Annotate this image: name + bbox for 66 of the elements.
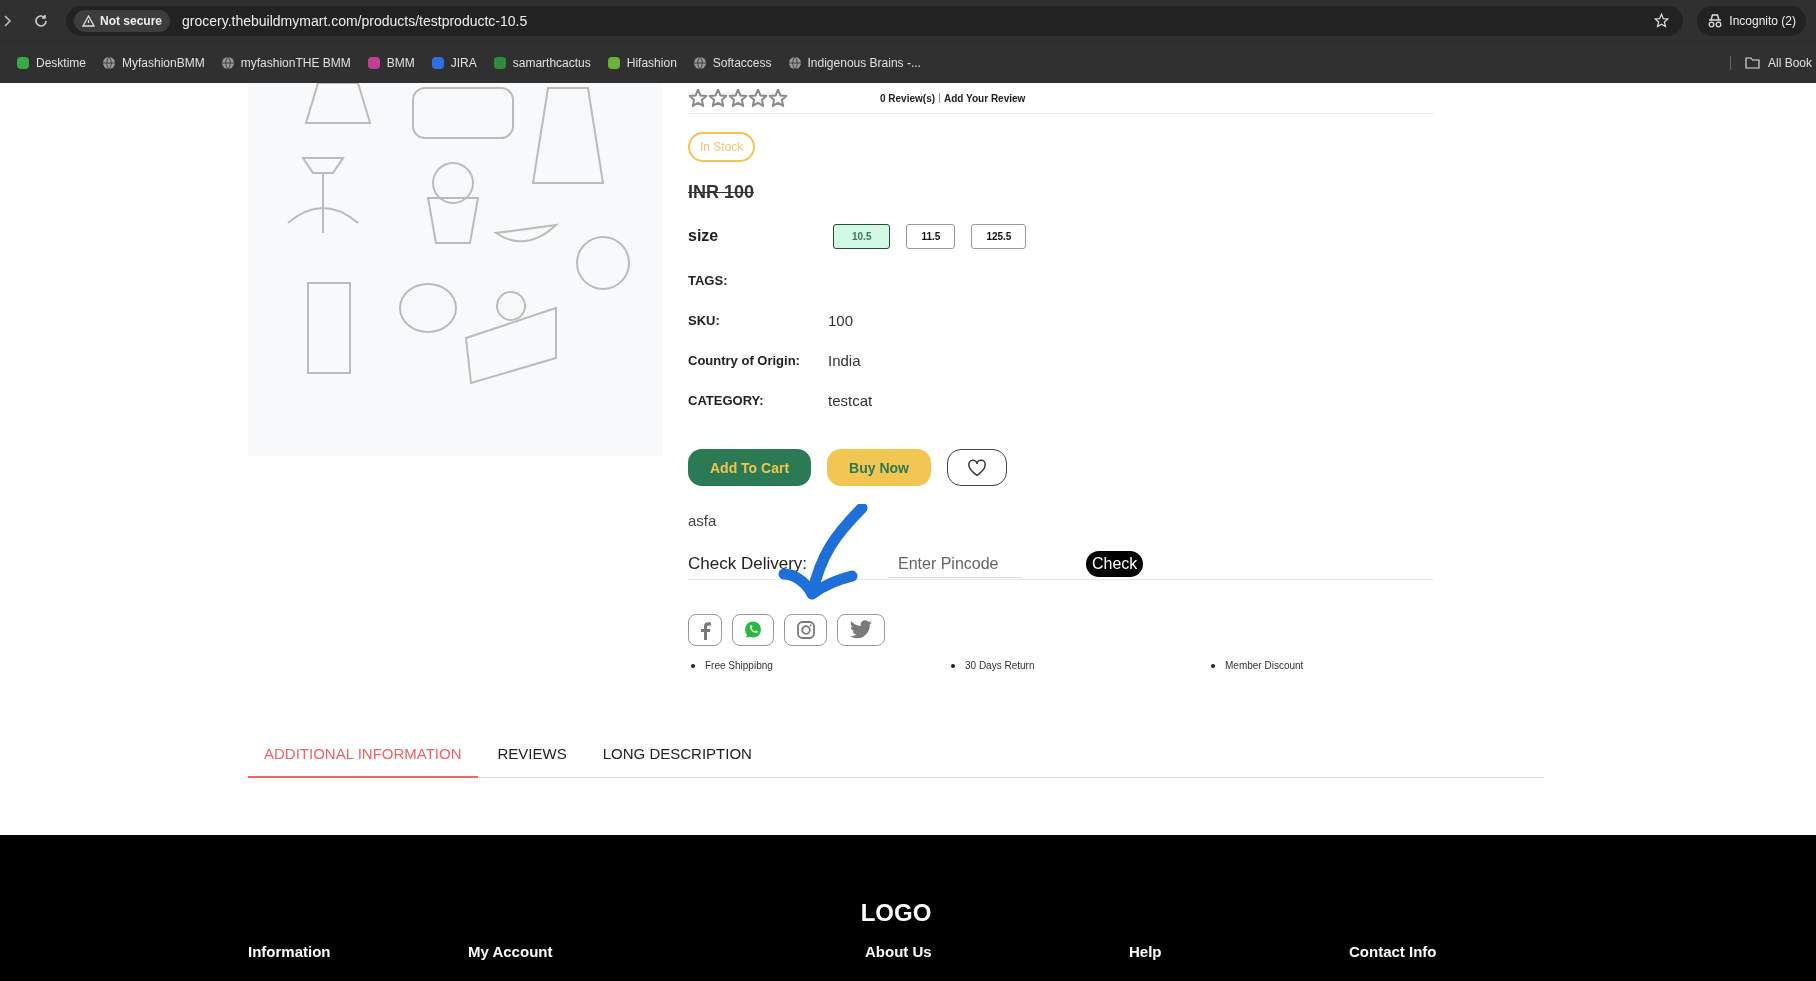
bookmark-link[interactable]: MyfashionBMM (102, 55, 205, 70)
bookmark-link[interactable]: Desktime (16, 55, 86, 70)
feature-text: Member Discount (1225, 660, 1304, 671)
footer-heading: Information (248, 943, 332, 960)
globe-icon (787, 55, 802, 70)
heart-icon (966, 458, 987, 477)
bookmark-link[interactable]: Softaccess (692, 55, 772, 70)
facebook-icon (698, 620, 712, 640)
instagram-share-button[interactable] (784, 614, 827, 646)
bookmark-link[interactable]: JIRA (430, 55, 477, 70)
bookmark-link[interactable]: Indigenous Brains -... (787, 55, 921, 70)
tab[interactable]: LONG DESCRIPTION (586, 733, 768, 778)
warning-icon (82, 14, 95, 27)
site-icon (606, 55, 621, 70)
feature-text: 30 Days Return (965, 660, 1035, 671)
check-button[interactable]: Check (1086, 551, 1144, 577)
detail-value: 100 (828, 311, 854, 329)
detail-value: India (828, 351, 861, 369)
footer-heading: About Us (865, 943, 933, 960)
twitter-share-button[interactable] (837, 614, 885, 646)
description-text: asfa (688, 512, 717, 529)
bookmark-link[interactable]: BMM (366, 55, 415, 70)
review-count: 0 Review(s) (880, 92, 936, 104)
security-chip[interactable]: Not secure (74, 9, 171, 32)
bookmark-link[interactable]: samarthcactus (492, 55, 591, 70)
price-text: INR 100 (688, 182, 755, 203)
all-bookmarks-link[interactable]: All Book (1729, 55, 1812, 70)
whatsapp-icon (743, 620, 763, 640)
globe-icon (692, 55, 707, 70)
detail-label: Country of Origin: (688, 352, 801, 368)
add-review-link[interactable]: Add Your Review (944, 92, 1026, 104)
size-option[interactable]: 125.5 (971, 223, 1027, 249)
delivery-label: Check Delivery: (688, 554, 809, 574)
stock-badge: In Stock (688, 132, 756, 162)
bookmark-link[interactable]: Hifashion (606, 55, 677, 70)
incognito-button[interactable]: Incognito (2) (1697, 5, 1806, 36)
folder-icon (1744, 56, 1760, 69)
footer-heading: Help (1129, 943, 1163, 960)
tab[interactable]: REVIEWS (481, 733, 583, 778)
detail-label: SKU: (688, 312, 721, 328)
site-icon (16, 55, 30, 70)
url-text: grocery.thebuildmymart.com/products/testproductc-10.5 (182, 12, 529, 29)
whatsapp-share-button[interactable] (732, 614, 774, 646)
star-rating[interactable] (688, 88, 788, 108)
twitter-icon (849, 620, 873, 640)
size-label: size (688, 227, 720, 245)
bookmark-link[interactable]: myfashionTHE BMM (220, 55, 351, 70)
feature-text: Free Shippibng (705, 660, 773, 671)
footer-heading: Contact Info (1349, 943, 1437, 960)
globe-icon (102, 55, 116, 70)
size-option[interactable]: 11.5 (906, 223, 956, 249)
globe-icon (220, 55, 235, 70)
instagram-icon (795, 620, 816, 640)
address-bar[interactable]: Not secure grocery.thebuildmymart.com/products/testproductc-10.5 (66, 5, 1684, 36)
detail-label: TAGS: (688, 272, 729, 288)
detail-label: CATEGORY: (688, 392, 765, 408)
size-option[interactable]: 10.5 (833, 223, 891, 249)
incognito-icon (1707, 13, 1724, 28)
detail-value: testcat (828, 391, 873, 409)
site-icon (366, 55, 381, 70)
site-icon (492, 55, 507, 70)
facebook-share-button[interactable] (688, 614, 722, 646)
wishlist-button[interactable] (946, 449, 1007, 486)
footer-heading: My Account (468, 943, 554, 960)
site-icon (430, 55, 445, 70)
footer-logo: LOGO (859, 898, 933, 927)
